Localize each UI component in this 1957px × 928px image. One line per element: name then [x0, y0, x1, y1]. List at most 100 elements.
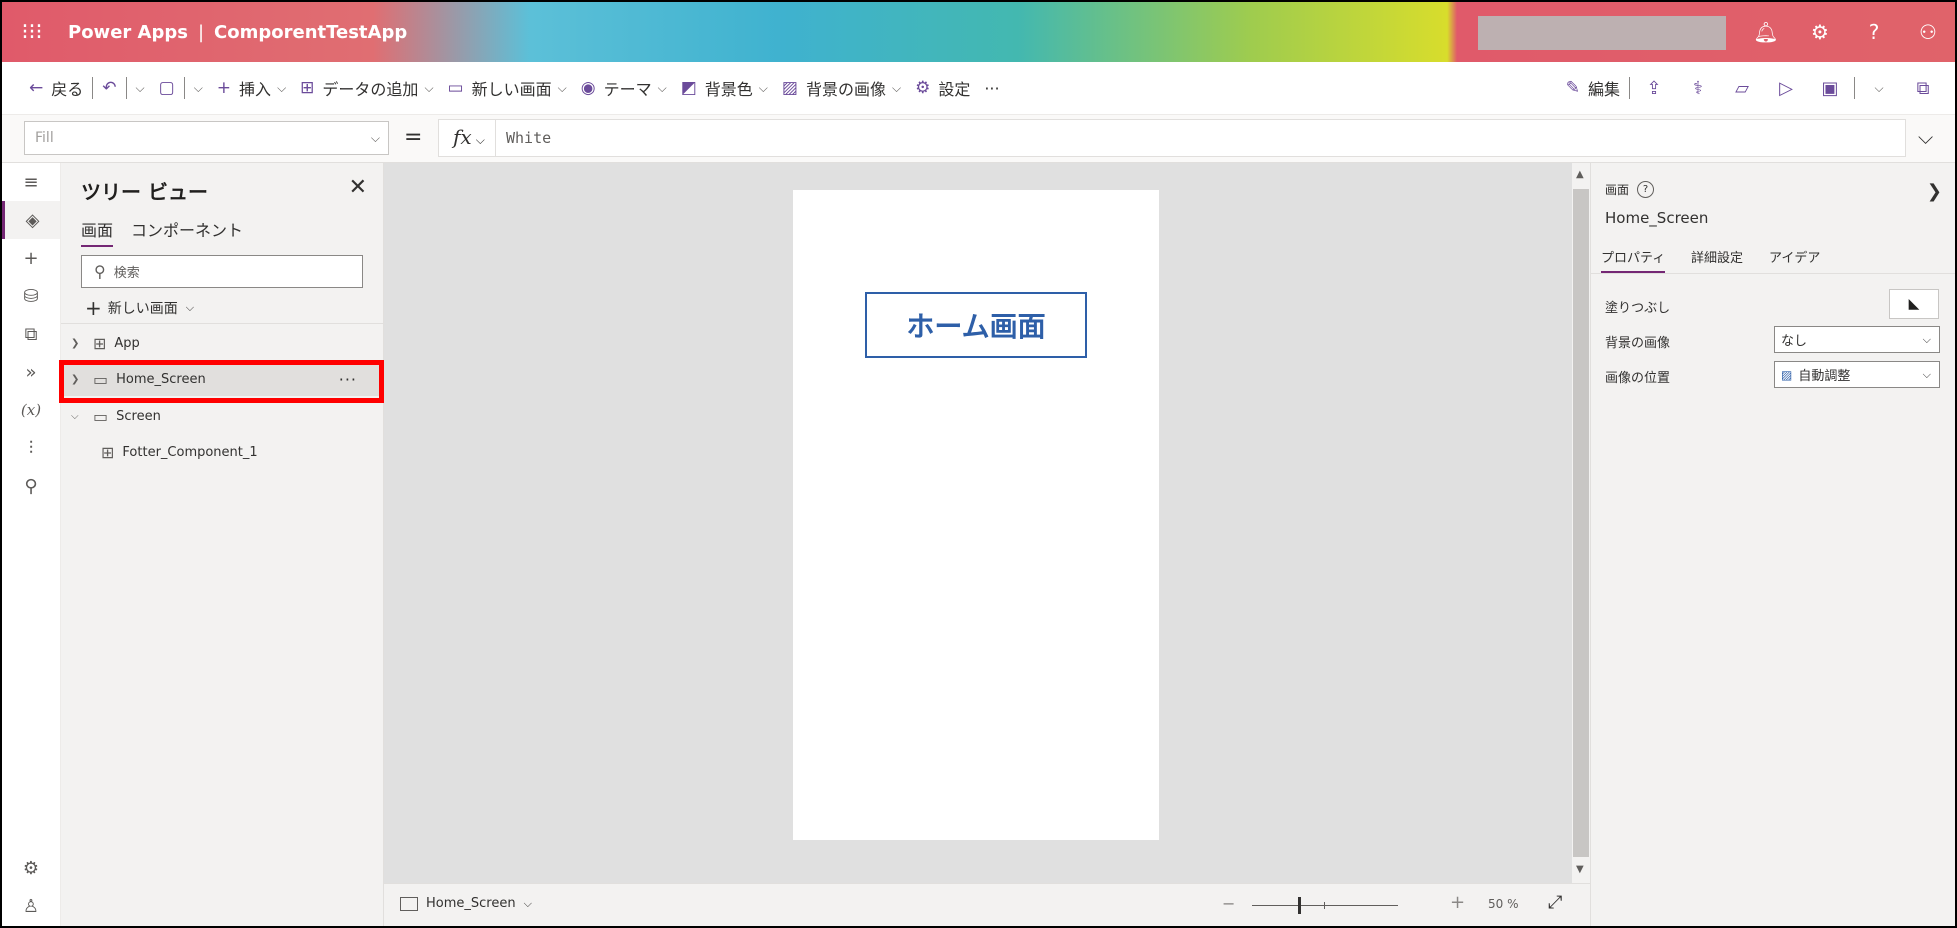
- new-screen-button[interactable]: + 新しい画面 ⌵: [85, 296, 194, 320]
- design-canvas[interactable]: ホーム画面: [384, 163, 1580, 883]
- background-image-dropdown[interactable]: なし ⌵: [1774, 326, 1940, 353]
- canvas-scrollbar[interactable]: ▲ ▼: [1572, 163, 1590, 883]
- publish-icon[interactable]: ⧉: [1901, 78, 1945, 99]
- formula-input[interactable]: White: [495, 120, 1906, 156]
- divider: [183, 77, 185, 99]
- tree-node-app[interactable]: ❯ ⊞ App: [61, 326, 383, 360]
- expand-formula-icon[interactable]: ⌵: [1918, 125, 1933, 149]
- screen-icon: ▭: [93, 406, 109, 426]
- scroll-up-icon[interactable]: ▲: [1576, 169, 1584, 180]
- undo-button[interactable]: ↶: [95, 68, 123, 108]
- tree-node-label: Screen: [116, 408, 161, 424]
- tree-search-input[interactable]: ⚲ 検索: [81, 255, 363, 288]
- comment-icon[interactable]: ▱: [1720, 78, 1764, 99]
- chevron-down-icon: ⌵: [523, 896, 532, 910]
- chevron-down-icon: ⌵: [475, 133, 485, 147]
- media-icon[interactable]: ⧉: [2, 315, 60, 353]
- divider: [1854, 77, 1855, 99]
- edit-button[interactable]: ✎ 編集: [1559, 68, 1627, 108]
- more-label: ···: [984, 78, 1000, 98]
- zoom-in-button[interactable]: +: [1450, 892, 1465, 913]
- divider: [125, 77, 127, 99]
- fx-button[interactable]: fx ⌵: [453, 125, 485, 149]
- play-icon[interactable]: ▷: [1764, 78, 1808, 99]
- tab-components[interactable]: コンポーネント: [131, 217, 243, 245]
- tab-ideas[interactable]: アイデア: [1769, 247, 1820, 271]
- chevron-down-icon: ⌵: [277, 80, 287, 95]
- fit-to-window-icon[interactable]: ⤢: [1548, 892, 1562, 913]
- plus-icon: +: [85, 296, 102, 320]
- undo-dropdown[interactable]: ⌵: [129, 68, 152, 108]
- formula-bar: Fill ⌵ = fx ⌵ White ⌵: [2, 115, 1955, 163]
- advanced-tools-icon[interactable]: ⫶: [2, 429, 60, 467]
- tab-properties[interactable]: プロパティ: [1601, 247, 1666, 273]
- more-commands-button[interactable]: ···: [977, 68, 1006, 108]
- help-icon[interactable]: ?: [1637, 181, 1655, 198]
- back-button[interactable]: ← 戻る: [22, 68, 90, 108]
- title-separator: |: [197, 21, 205, 43]
- zoom-slider-thumb[interactable]: [1298, 897, 1301, 914]
- add-data-button[interactable]: ⊞ データの追加 ⌵: [293, 68, 440, 108]
- property-dropdown[interactable]: Fill ⌵: [24, 121, 389, 155]
- gear-icon[interactable]: ⚙: [1793, 2, 1847, 62]
- share-icon[interactable]: ⇪: [1632, 78, 1676, 99]
- tab-screens[interactable]: 画面: [81, 217, 114, 247]
- chevron-down-icon: ⌵: [424, 80, 434, 95]
- app-checker-icon[interactable]: ⚕: [1676, 78, 1720, 99]
- palette-icon: ◉: [580, 78, 596, 98]
- zoom-slider[interactable]: [1252, 905, 1398, 906]
- chevron-down-icon[interactable]: ⌵: [71, 411, 85, 422]
- paste-button[interactable]: ▢: [152, 68, 182, 108]
- zoom-percentage: 50 %: [1488, 897, 1519, 911]
- screen-selector[interactable]: Home_Screen ⌵: [400, 896, 532, 911]
- fill-color-picker[interactable]: ◣: [1889, 289, 1939, 319]
- divider: [92, 77, 94, 99]
- search-icon[interactable]: ⚲: [2, 467, 60, 505]
- image-position-dropdown[interactable]: ▨ 自動調整 ⌵: [1774, 361, 1940, 388]
- scroll-thumb[interactable]: [1573, 189, 1589, 857]
- save-icon[interactable]: ▣: [1808, 78, 1852, 99]
- hamburger-menu-icon[interactable]: ≡: [2, 163, 60, 201]
- help-icon[interactable]: ?: [1847, 2, 1901, 62]
- database-icon: ⊞: [300, 78, 315, 98]
- theme-button[interactable]: ◉ テーマ ⌵: [574, 68, 674, 108]
- variables-icon[interactable]: (x): [2, 391, 60, 429]
- control-kind-label: 画面: [1605, 183, 1630, 197]
- scroll-down-icon[interactable]: ▼: [1576, 864, 1584, 875]
- tab-advanced[interactable]: 詳細設定: [1691, 247, 1743, 271]
- chevron-right-icon[interactable]: ❯: [1927, 181, 1942, 202]
- new-screen-icon: ▭: [447, 78, 464, 98]
- image-position-value: 自動調整: [1798, 369, 1851, 384]
- new-screen-button[interactable]: ▭ 新しい画面 ⌵: [441, 68, 574, 108]
- background-image-button[interactable]: ▨ 背景の画像 ⌵: [775, 68, 908, 108]
- insert-icon[interactable]: +: [2, 239, 60, 277]
- product-name: Power Apps: [68, 21, 188, 43]
- command-bar: ← 戻る ↶ ⌵ ▢ ⌵ + 挿入 ⌵ ⊞ データの追加 ⌵ ▭ 新しい画面 ⌵ ◉ テーマ ⌵ …: [2, 62, 1955, 115]
- data-icon[interactable]: ⛁: [2, 277, 60, 315]
- zoom-out-button[interactable]: −: [1222, 894, 1235, 913]
- tree-node-screen[interactable]: ⌵ ▭ Screen: [61, 399, 383, 433]
- bell-icon[interactable]: 🔔︎: [1739, 2, 1793, 62]
- tree-node-label: App: [114, 335, 140, 351]
- screen-selector-label: Home_Screen: [426, 896, 516, 911]
- waffle-icon[interactable]: ⁝⁝⁝: [2, 2, 62, 62]
- title-bar-icons: 🔔︎ ⚙ ? ⚇: [1739, 2, 1955, 62]
- settings-icon[interactable]: ⚙: [2, 849, 60, 887]
- chevron-down-icon[interactable]: ⌵: [1857, 81, 1901, 96]
- tree-node-footer-component[interactable]: ⊞ Fotter_Component_1: [61, 435, 383, 469]
- control-name[interactable]: Home_Screen: [1605, 209, 1708, 227]
- tree-view-icon[interactable]: ◈: [2, 201, 60, 239]
- equals-sign: =: [404, 125, 423, 150]
- user-icon[interactable]: ⚇: [1901, 2, 1955, 62]
- settings-button[interactable]: ⚙ 設定: [908, 68, 977, 108]
- global-search-box[interactable]: [1478, 16, 1726, 50]
- power-automate-icon[interactable]: »: [2, 353, 60, 391]
- insert-button[interactable]: + 挿入 ⌵: [210, 68, 293, 108]
- virtual-agent-icon[interactable]: ♙: [2, 887, 60, 925]
- chevron-right-icon[interactable]: ❯: [71, 338, 85, 349]
- background-color-button[interactable]: ◩ 背景色 ⌵: [674, 68, 775, 108]
- home-label[interactable]: ホーム画面: [865, 292, 1087, 358]
- paste-dropdown[interactable]: ⌵: [187, 68, 210, 108]
- close-icon[interactable]: ✕: [349, 175, 367, 200]
- app-screen-preview[interactable]: ホーム画面: [793, 190, 1159, 840]
